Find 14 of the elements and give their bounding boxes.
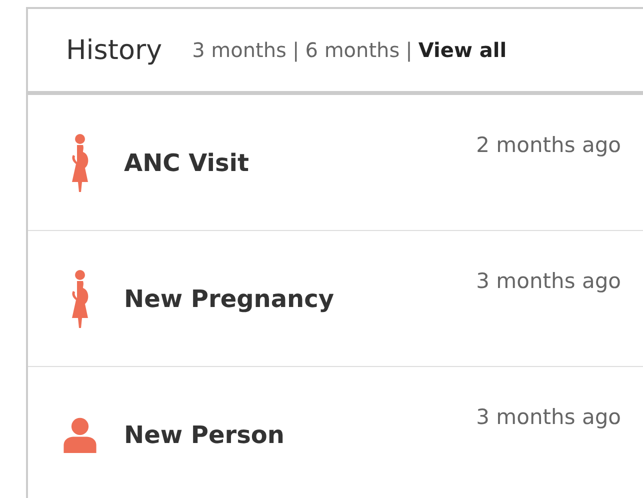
pregnant-woman-icon [69,134,91,192]
separator: | [406,38,412,62]
time-ago: 3 months ago [476,269,621,293]
period-filter-link[interactable]: 6 months [305,38,400,62]
item-title: New Person [124,420,286,448]
item-title: ANC Visit [124,148,250,176]
item-title: New Pregnancy [124,284,336,312]
history-title: History [66,34,162,66]
period-filter-link[interactable]: View all [418,38,507,62]
period-filter-link[interactable]: 3 months [192,38,286,62]
time-ago: 3 months ago [476,405,621,429]
pregnant-woman-icon [69,270,91,328]
time-ago: 2 months ago [476,133,621,157]
separator: | [292,38,300,62]
